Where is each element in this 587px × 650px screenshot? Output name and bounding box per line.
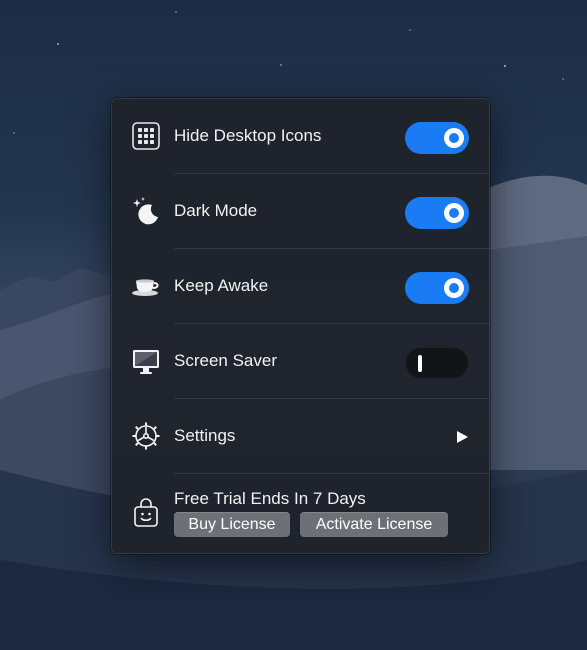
menu-item-label: Dark Mode	[174, 201, 258, 220]
coffee-cup-icon	[132, 279, 159, 296]
trial-section: Free Trial Ends In 7 Days Buy License Ac…	[112, 474, 489, 553]
monitor-icon	[133, 350, 159, 374]
menu-item-dark-mode[interactable]: Dark Mode	[112, 174, 489, 249]
menu-item-label: Screen Saver	[174, 351, 277, 370]
menu-panel: Hide Desktop Icons Dark Mode Keep Awake …	[111, 98, 490, 554]
menu-item-settings[interactable]: Settings	[112, 399, 489, 474]
screen-saver-toggle[interactable]	[405, 347, 469, 379]
keep-awake-toggle[interactable]	[405, 272, 469, 304]
grid-icon	[132, 122, 160, 150]
toggle-knob	[418, 355, 422, 372]
shopping-bag-icon	[134, 498, 158, 527]
menu-item-label: Keep Awake	[174, 276, 269, 295]
gear-icon	[132, 422, 160, 450]
submenu-arrow-icon[interactable]	[457, 431, 468, 443]
activate-license-button[interactable]: Activate License	[300, 512, 448, 537]
menu-item-label: Hide Desktop Icons	[174, 126, 322, 145]
desktop-background: Hide Desktop Icons Dark Mode Keep Awake …	[0, 0, 587, 650]
menu-item-label: Settings	[174, 426, 236, 445]
buy-license-button[interactable]: Buy License	[174, 512, 290, 537]
menu-item-hide-desktop-icons[interactable]: Hide Desktop Icons	[112, 99, 489, 174]
menu-item-screen-saver[interactable]: Screen Saver	[112, 324, 489, 399]
moon-stars-icon	[133, 197, 158, 225]
trial-status-text: Free Trial Ends In 7 Days	[174, 489, 366, 508]
toggle-knob	[444, 203, 464, 223]
toggle-knob	[444, 278, 464, 298]
toggle-knob	[444, 128, 464, 148]
menu-item-keep-awake[interactable]: Keep Awake	[112, 249, 489, 324]
dark-mode-toggle[interactable]	[405, 197, 469, 229]
hide-desktop-icons-toggle[interactable]	[405, 122, 469, 154]
